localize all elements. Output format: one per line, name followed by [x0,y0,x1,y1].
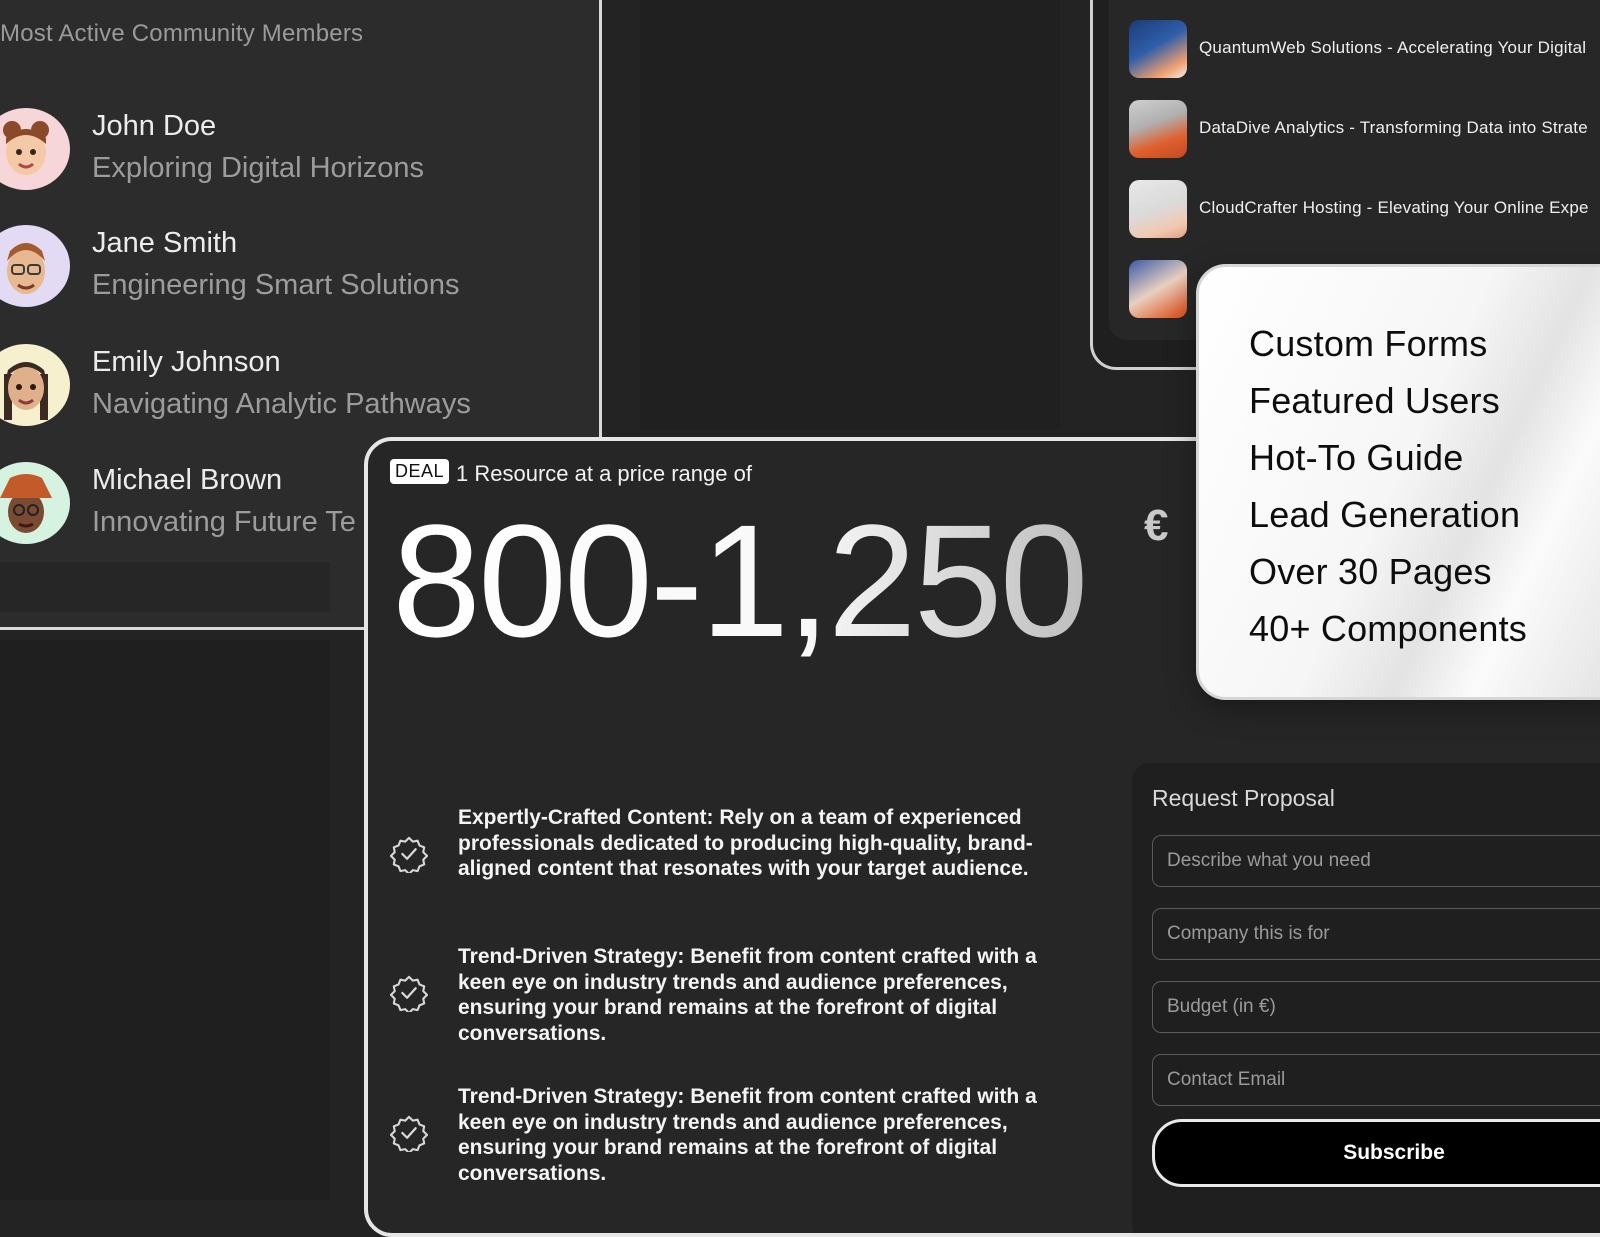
member-name: Emily Johnson [92,346,281,378]
contact-email-input[interactable] [1152,1054,1600,1106]
feature-text: Trend-Driven Strategy: Benefit from cont… [458,945,1037,1045]
member-row[interactable]: John Doe Exploring Digital Horizons [0,108,590,198]
subscribe-button[interactable]: Subscribe [1152,1119,1600,1187]
features-list-item: Lead Generation [1249,494,1521,535]
needs-input[interactable] [1152,835,1600,887]
features-list-item: Hot-To Guide [1249,437,1464,478]
features-list-item: Custom Forms [1249,323,1488,364]
thumbnail [1129,100,1187,158]
form-title: Request Proposal [1152,785,1335,811]
link-text: QuantumWeb Solutions - Accelerating Your… [1199,38,1587,57]
member-subtitle: Exploring Digital Horizons [92,152,425,184]
member-row[interactable]: Jane Smith Engineering Smart Solutions [0,225,590,315]
verified-check-icon [390,975,428,1012]
price-range: 800-1,250 [392,491,1089,670]
bucket-hat-avatar [0,462,70,544]
features-list-item: Featured Users [1249,380,1500,421]
features-list: Custom Forms Featured Users Hot-To Guide… [1249,315,1527,657]
deal-badge: DEAL [390,459,450,484]
thumbnail [1129,260,1187,318]
man-glasses-avatar [0,225,70,307]
company-input[interactable] [1152,908,1600,960]
girl-buns-avatar [0,108,70,190]
request-proposal-form: Request Proposal Subscribe [1132,763,1600,1233]
thumbnail [1129,20,1187,78]
panel-title: Most Active Community Members [0,20,364,47]
background-slab [640,0,1060,430]
member-name: John Doe [92,110,217,142]
feature-text: Expertly-Crafted Content: Rely on a team… [458,806,1033,880]
member-row[interactable]: Emily Johnson Navigating Analytic Pathwa… [0,344,590,434]
budget-input[interactable] [1152,981,1600,1033]
panel-footer-shade [0,562,330,612]
link-item[interactable]: QuantumWeb Solutions - Accelerating Your… [1129,20,1600,80]
member-subtitle: Innovating Future Te [92,506,356,538]
features-list-card: Custom Forms Featured Users Hot-To Guide… [1196,264,1600,700]
deal-lead-text: 1 Resource at a price range of [456,461,752,486]
link-item[interactable]: DataDive Analytics - Transforming Data i… [1129,100,1600,160]
link-text: CloudCrafter Hosting - Elevating Your On… [1199,198,1589,217]
member-name: Jane Smith [92,227,238,259]
verified-check-icon [390,1115,428,1152]
braids-avatar [0,344,70,426]
link-text: DataDive Analytics - Transforming Data i… [1199,118,1588,137]
member-subtitle: Navigating Analytic Pathways [92,388,471,420]
features-list-item: Over 30 Pages [1249,551,1492,592]
member-name: Michael Brown [92,464,283,496]
currency-symbol: € [1144,501,1169,550]
feature-text: Trend-Driven Strategy: Benefit from cont… [458,1085,1037,1185]
thumbnail [1129,180,1187,238]
features-list-item: 40+ Components [1249,608,1527,649]
background-slab [0,640,330,1200]
link-item[interactable]: CloudCrafter Hosting - Elevating Your On… [1129,180,1600,240]
verified-check-icon [390,836,428,873]
member-subtitle: Engineering Smart Solutions [92,269,460,301]
